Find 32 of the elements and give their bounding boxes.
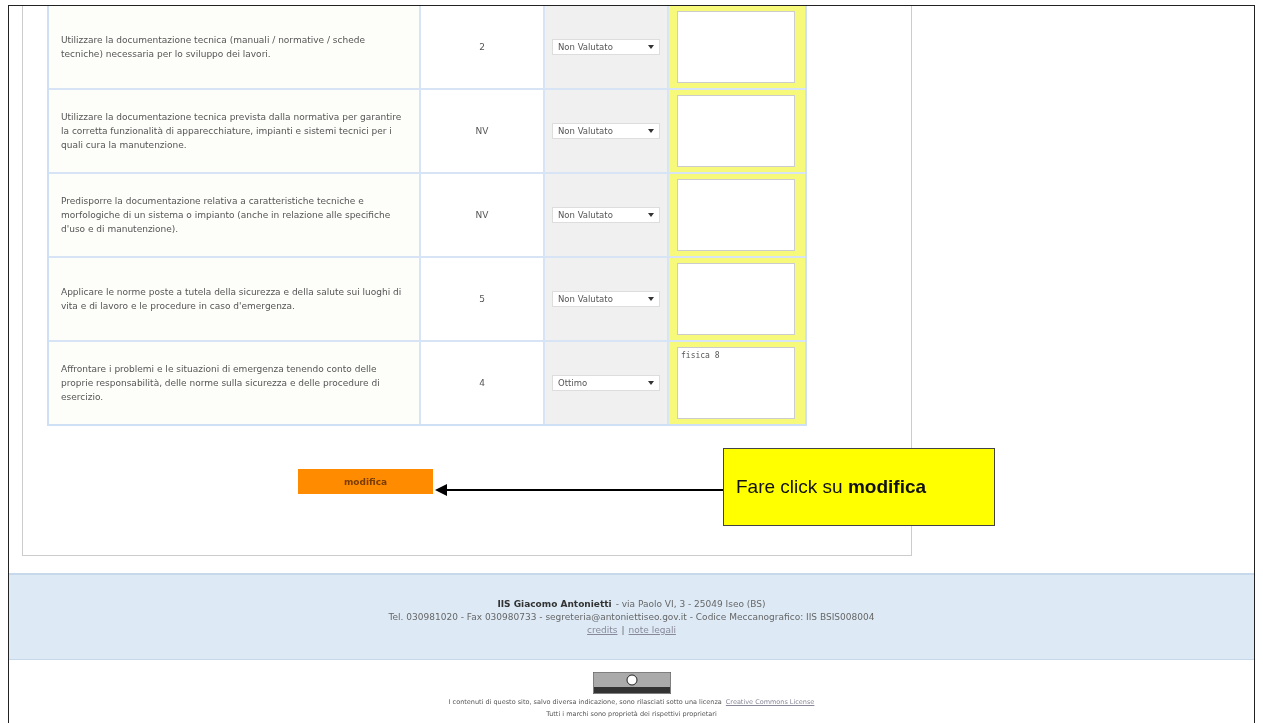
score-value: 5 <box>479 294 485 304</box>
score-value: 2 <box>479 42 485 52</box>
evaluation-select[interactable]: Non Valutato <box>552 291 660 307</box>
school-address: - via Paolo VI, 3 - 25049 Iseo (BS) <box>615 599 766 609</box>
criterion-text: Predisporre la documentazione relativa a caratteristiche tecniche e morfologiche di un sistema o impianto (anche in relazione alle specifiche d'uso e di manutenzione). <box>49 174 419 256</box>
criterion-text: Utilizzare la documentazione tecnica prevista dalla normativa per garantire la corretta funzionalità di apparecchiature, impianti e sistemi tecnici per i quali cura la manutenzione. <box>49 90 419 172</box>
license-badge-icon[interactable] <box>592 672 671 694</box>
modifica-button[interactable]: modifica <box>298 469 433 494</box>
caret-icon <box>648 128 654 134</box>
note-field[interactable] <box>677 263 795 335</box>
instruction-callout: Fare click su modifica <box>723 448 995 526</box>
score-value: NV <box>475 210 489 220</box>
caret-icon <box>648 212 654 218</box>
score-value: NV <box>475 126 489 136</box>
note-field[interactable] <box>677 11 795 83</box>
caret-icon <box>648 380 654 386</box>
school-name: IIS Giacomo Antonietti <box>497 599 612 609</box>
criterion-text: Affrontare i problemi e le situazioni di emergenza tenendo conto delle proprie responsabilità, delle norme sulla sicurezza e delle procedure di esercizio. <box>49 342 419 424</box>
evaluation-select[interactable]: Non Valutato <box>552 39 660 55</box>
note-field[interactable] <box>677 179 795 251</box>
caret-icon <box>648 44 654 50</box>
criterion-text: Applicare le norme poste a tutela della sicurezza e della salute sui luoghi di vita e di lavoro e le procedure in caso d'emergenza. <box>49 258 419 340</box>
evaluation-select[interactable]: Ottimo <box>552 375 660 391</box>
note-field[interactable]: fisica 8 <box>677 347 795 419</box>
link-separator: | <box>621 625 625 635</box>
evaluation-select[interactable]: Non Valutato <box>552 207 660 223</box>
criterion-text: Utilizzare la documentazione tecnica (manuali / normative / schede tecniche) necessaria per lo sviluppo dei lavori. <box>49 6 419 88</box>
caret-icon <box>648 296 654 302</box>
evaluation-select[interactable]: Non Valutato <box>552 123 660 139</box>
note-field[interactable] <box>677 95 795 167</box>
score-value: 4 <box>479 378 485 388</box>
contact-info: Tel. 030981020 - Fax 030980733 - segreteria@antoniettiseo.gov.it - Codice Meccanografico: IIS BSIS008004 <box>388 612 875 622</box>
